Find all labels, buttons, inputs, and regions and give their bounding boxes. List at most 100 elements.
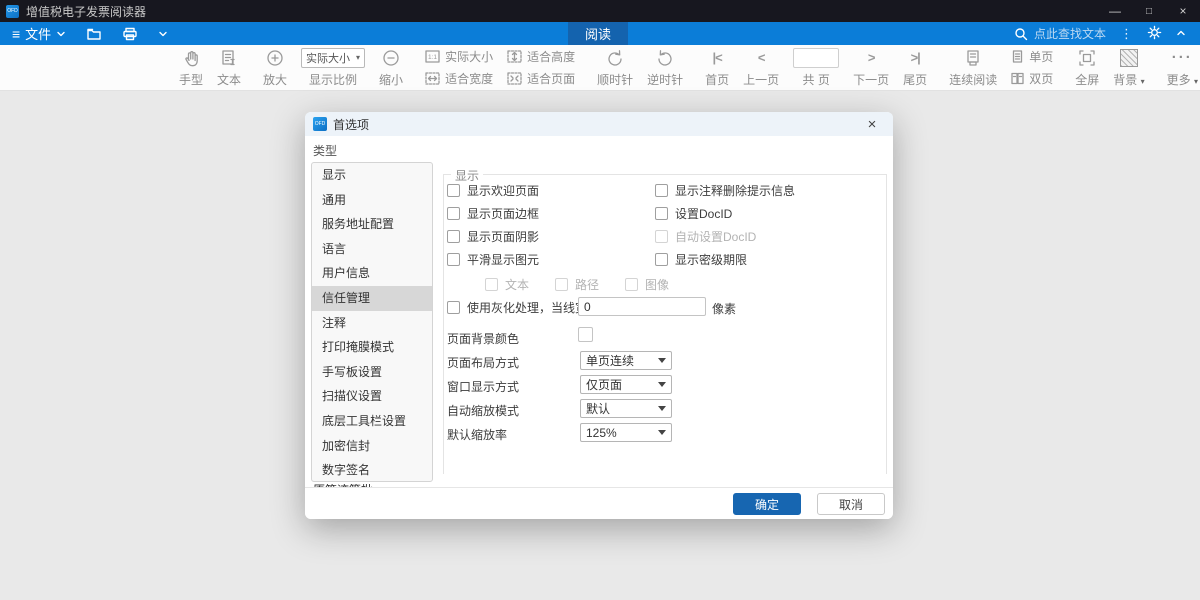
auto-zoom-label: 自动缩放模式: [447, 402, 519, 419]
fit-width-icon: [425, 72, 440, 85]
tab-read[interactable]: 阅读: [568, 22, 628, 45]
caret-down-icon: [658, 382, 666, 387]
checkbox-label: 显示页面阴影: [467, 228, 539, 245]
checkbox-label: 文本: [505, 276, 529, 293]
chevron-down-icon: [56, 29, 66, 39]
double-page-icon: [1011, 72, 1024, 85]
preferences-dialog: OFD 首选项 × 类型 显示 通用 服务地址配置 语言 用户信息 信任管理 注…: [305, 112, 893, 519]
sidebar-item-language[interactable]: 语言: [312, 237, 432, 262]
rotate-clockwise-label: 顺时针: [597, 71, 633, 88]
rotate-clockwise-icon: [605, 48, 625, 68]
gear-icon: [1147, 25, 1162, 40]
fullscreen-button[interactable]: 全屏: [1068, 48, 1106, 88]
minimize-button[interactable]: —: [1098, 0, 1132, 22]
sidebar-item-trust-management[interactable]: 信任管理: [312, 286, 432, 311]
page-bg-color-swatch[interactable]: [578, 327, 593, 342]
sidebar-item-print-mask[interactable]: 打印掩膜模式: [312, 335, 432, 360]
cancel-button[interactable]: 取消: [817, 493, 885, 515]
checkbox-smooth-graphics[interactable]: [447, 253, 460, 266]
settings-button[interactable]: [1147, 25, 1162, 43]
sidebar-item-encrypted-envelope[interactable]: 加密信封: [312, 434, 432, 459]
select-value: 单页连续: [586, 352, 634, 369]
sidebar-item-annotation[interactable]: 注释: [312, 311, 432, 336]
open-file-button[interactable]: [86, 27, 102, 41]
line-width-input[interactable]: [578, 297, 706, 316]
fit-width-button[interactable]: 适合宽度: [425, 70, 493, 87]
sidebar-item-service-address[interactable]: 服务地址配置: [312, 212, 432, 237]
text-select-button[interactable]: 文本: [210, 48, 248, 88]
sidebar-item-display[interactable]: 显示: [312, 163, 432, 188]
fit-page-label: 适合页面: [527, 70, 575, 87]
collapse-toolbar-button[interactable]: [1176, 26, 1186, 41]
file-menu[interactable]: ≡ 文件: [12, 24, 66, 43]
checkbox-text: [485, 278, 498, 291]
sidebar-header: 类型: [313, 142, 337, 159]
toolbar: 手型 文本 放大 实际大小 ▾ 显示比例 缩小 1:1 实际大小: [0, 45, 1200, 91]
sidebar-item-bottom-toolbar[interactable]: 底层工具栏设置: [312, 409, 432, 434]
close-button[interactable]: ×: [1166, 0, 1200, 22]
zoom-scale-label: 显示比例: [309, 71, 357, 88]
background-button[interactable]: 背景 ▾: [1106, 48, 1151, 88]
default-zoom-select[interactable]: 125%: [580, 423, 672, 442]
checkbox-gray-processing[interactable]: [447, 301, 460, 314]
print-button[interactable]: [122, 27, 138, 41]
continuous-read-button[interactable]: 连续阅读: [942, 48, 1004, 88]
checkbox-row: 显示密级期限: [655, 251, 747, 268]
checkbox-show-welcome-page[interactable]: [447, 184, 460, 197]
sidebar-item-digital-signature[interactable]: 数字签名: [312, 458, 432, 482]
zoom-out-button[interactable]: 缩小: [372, 48, 410, 88]
printer-icon: [122, 27, 138, 41]
search-text-button[interactable]: 点此查找文本: [1014, 25, 1106, 42]
page-layout-select[interactable]: 单页连续: [580, 351, 672, 370]
zoom-in-button[interactable]: 放大: [256, 48, 294, 88]
more-options-kebab-icon[interactable]: ⋮: [1120, 26, 1133, 42]
checkbox-show-annotation-delete-prompt[interactable]: [655, 184, 668, 197]
checkbox-label: 设置DocID: [675, 205, 732, 222]
toolbar-expand-button[interactable]: [158, 29, 168, 39]
sidebar-item-general[interactable]: 通用: [312, 188, 432, 213]
more-button[interactable]: ··· 更多 ▾: [1160, 48, 1200, 88]
checkbox-show-page-border[interactable]: [447, 207, 460, 220]
auto-zoom-select[interactable]: 默认: [580, 399, 672, 418]
last-page-button[interactable]: >| 尾页: [896, 48, 934, 88]
checkbox-path: [555, 278, 568, 291]
text-select-label: 文本: [217, 71, 241, 88]
single-page-button[interactable]: 单页: [1011, 48, 1053, 65]
maximize-button[interactable]: □: [1132, 0, 1166, 22]
fit-page-button[interactable]: 适合页面: [507, 70, 575, 87]
checkbox-label: 平滑显示图元: [467, 251, 539, 268]
zoom-scale-select[interactable]: 实际大小 ▾: [301, 48, 365, 68]
rotate-clockwise-button[interactable]: 顺时针: [590, 48, 640, 88]
dialog-close-button[interactable]: ×: [859, 112, 885, 136]
checkbox-show-security-period[interactable]: [655, 253, 668, 266]
double-page-label: 双页: [1029, 70, 1053, 87]
next-page-button[interactable]: > 下一页: [846, 48, 896, 88]
checkbox-set-docid[interactable]: [655, 207, 668, 220]
sidebar-item-user-info[interactable]: 用户信息: [312, 261, 432, 286]
caret-down-icon: [658, 358, 666, 363]
first-page-button[interactable]: |< 首页: [698, 48, 736, 88]
sidebar-item-scanner-settings[interactable]: 扫描仪设置: [312, 384, 432, 409]
page-number-input[interactable]: [793, 48, 839, 68]
checkbox-show-page-shadow[interactable]: [447, 230, 460, 243]
fit-page-icon: [507, 72, 522, 85]
rotate-counterclockwise-button[interactable]: 逆时针: [640, 48, 690, 88]
actual-size-button[interactable]: 1:1 实际大小: [425, 48, 493, 65]
folder-icon: [86, 27, 102, 41]
sidebar-item-tablet-settings[interactable]: 手写板设置: [312, 360, 432, 385]
checkbox-row: 路径: [555, 276, 599, 293]
search-icon: [1014, 27, 1028, 41]
more-label: 更多: [1167, 73, 1191, 87]
app-logo-icon: OFD: [6, 5, 19, 18]
checkbox-label: 路径: [575, 276, 599, 293]
window-display-select[interactable]: 仅页面: [580, 375, 672, 394]
fit-height-button[interactable]: 适合高度: [507, 48, 575, 65]
file-menu-label: 文件: [25, 24, 51, 43]
default-zoom-label: 默认缩放率: [447, 426, 507, 443]
prev-page-button[interactable]: < 上一页: [736, 48, 786, 88]
double-page-button[interactable]: 双页: [1011, 70, 1053, 87]
actual-size-label: 实际大小: [445, 48, 493, 65]
dialog-title: 首选项: [333, 116, 859, 133]
hand-tool-button[interactable]: 手型: [172, 48, 210, 88]
ok-button[interactable]: 确定: [733, 493, 801, 515]
